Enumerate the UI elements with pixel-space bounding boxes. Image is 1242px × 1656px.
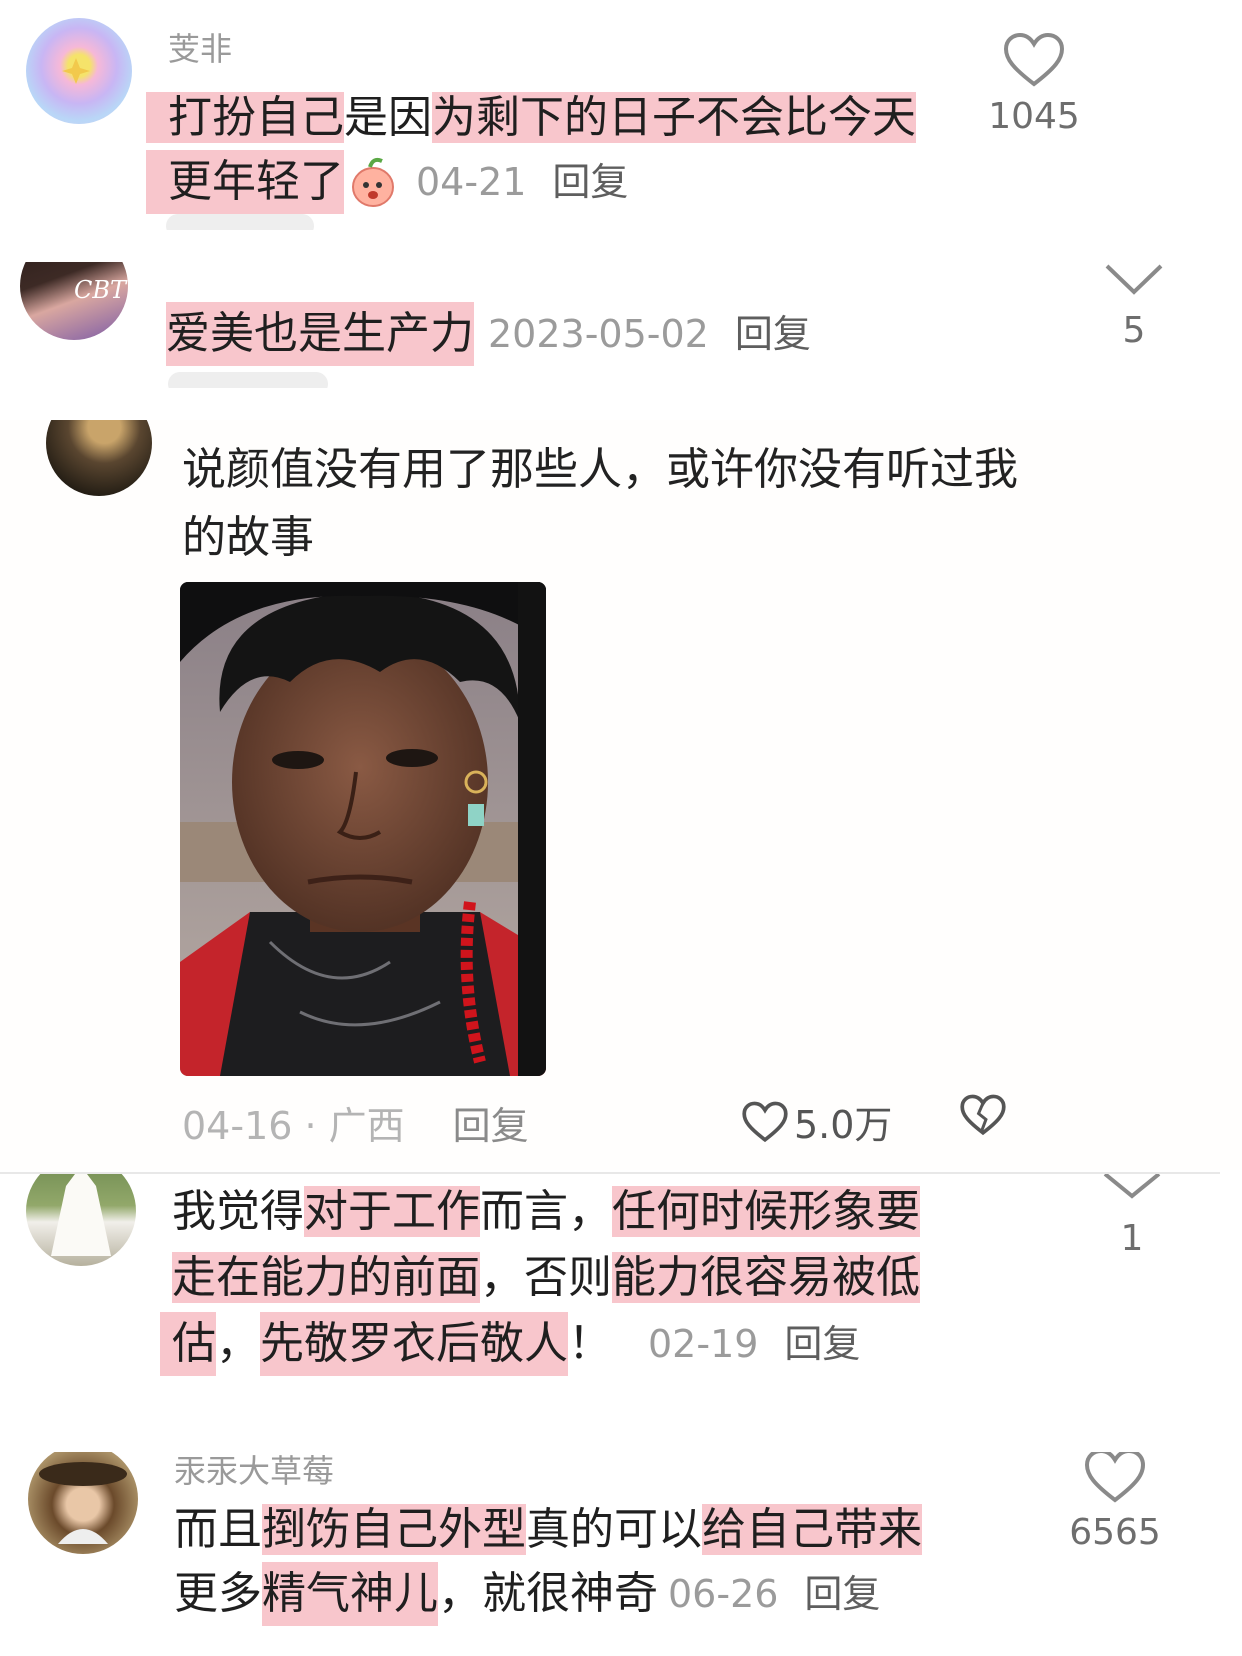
comment-text: 打扮自己是因为剩下的日子不会比今天 — [146, 86, 916, 150]
comment-text: 而且捯饬自己外型真的可以给自己带来 — [174, 1498, 922, 1562]
wedding-dress-icon — [51, 1174, 111, 1256]
comment-photo[interactable] — [180, 582, 546, 1076]
comment-3-meta: 04-16 · 广西 回复 — [182, 1090, 529, 1154]
plain-text: 而言， — [480, 1186, 612, 1237]
highlight: 估 — [160, 1312, 216, 1376]
reply-button[interactable]: 回复 — [453, 1095, 529, 1150]
heart-icon — [742, 1101, 788, 1142]
highlight: 捯饬自己外型 — [262, 1504, 526, 1555]
username[interactable]: 汞汞大草莓 — [174, 1452, 334, 1492]
highlight: 精气神儿 — [262, 1562, 438, 1626]
avatar[interactable]: CBT — [20, 262, 128, 340]
avatar[interactable] — [26, 18, 132, 124]
comment-date: 04-21 — [416, 160, 527, 204]
comment-4: 我觉得对于工作而言，任何时候形象要 走在能力的前面，否则能力很容易被低 估，先敬… — [0, 1174, 1242, 1422]
reply-button[interactable]: 回复 — [784, 1312, 860, 1376]
plain-text: 是因 — [344, 92, 432, 143]
like-count: 5 — [1122, 310, 1146, 351]
comment-text: 爱美也是生产力 2023-05-02 回复 — [166, 302, 811, 366]
comment-text-line3: 估，先敬罗衣后敬人！ 02-19 回复 — [160, 1312, 860, 1376]
comment-1: 芰非 打扮自己是因为剩下的日子不会比今天 更年轻了 04-21 回复 1045 — [0, 0, 1242, 230]
comment-date: 2023-05-02 — [488, 312, 709, 356]
comment-5: 汞汞大草莓 而且捯饬自己外型真的可以给自己带来 更多 精气神儿 ，就很神奇 06-2… — [0, 1452, 1242, 1656]
like-button[interactable]: 1045 — [984, 32, 1084, 137]
view-replies-pill[interactable] — [168, 372, 328, 388]
plain-text: 而且 — [174, 1504, 262, 1555]
comment-text-line2: 走在能力的前面，否则能力很容易被低 — [172, 1246, 920, 1310]
plain-text: ，就很神奇 — [438, 1568, 658, 1619]
highlight: 任何时候形象要 — [612, 1186, 920, 1237]
like-count: 6565 — [1069, 1512, 1161, 1553]
cbt-logo-icon: CBT — [74, 276, 128, 304]
avatar[interactable] — [46, 420, 152, 496]
avatar[interactable] — [28, 1452, 138, 1554]
username[interactable]: 芰非 — [168, 24, 232, 70]
sparkle-icon — [62, 58, 90, 84]
highlight: 先敬罗衣后敬人 — [260, 1312, 568, 1376]
highlight: 爱美也是生产力 — [166, 302, 474, 366]
plain-text: 真的可以 — [526, 1504, 702, 1555]
like-button[interactable]: 6565 — [1060, 1452, 1170, 1553]
comment-text-line2: 更多 精气神儿 ，就很神奇 06-26 回复 — [174, 1562, 880, 1626]
plain-text: 我觉得 — [172, 1186, 304, 1237]
plain-text: ，否则 — [480, 1252, 612, 1303]
reply-button[interactable]: 回复 — [552, 150, 628, 214]
reply-button[interactable]: 回复 — [735, 302, 811, 366]
heart-icon — [1003, 32, 1065, 87]
comment-date: 02-19 — [648, 1322, 759, 1366]
dislike-button[interactable] — [960, 1092, 1006, 1142]
reply-button[interactable]: 回复 — [804, 1562, 880, 1626]
highlight: 走在能力的前面 — [172, 1252, 480, 1303]
comment-text: 说颜值没有用了那些人，或许你没有听过我 — [182, 444, 1018, 495]
chevron-down-icon — [1105, 264, 1163, 295]
portrait-painting-icon — [39, 1462, 127, 1544]
comment-text-line2: 更年轻了 04-21 回复 — [146, 150, 628, 214]
comment-2: CBT 爱美也是生产力 2023-05-02 回复 5 — [0, 262, 1242, 388]
highlight: 给自己带来 — [702, 1504, 922, 1555]
like-button[interactable]: 1 — [1092, 1174, 1172, 1259]
avatar[interactable] — [26, 1174, 136, 1266]
highlight: 更年轻了 — [146, 150, 344, 214]
broken-heart-icon — [960, 1094, 1006, 1136]
view-replies-pill[interactable] — [166, 214, 314, 230]
like-button[interactable]: 5 — [1094, 262, 1174, 351]
like-count: 5.0万 — [794, 1103, 893, 1147]
comment-text: 我觉得对于工作而言，任何时候形象要 — [172, 1180, 920, 1244]
svg-text:CBT: CBT — [74, 276, 128, 304]
plain-text: ， — [216, 1318, 260, 1369]
highlight: 能力很容易被低 — [612, 1252, 920, 1303]
comment-text-line2: 的故事 — [182, 512, 314, 563]
highlight: 对于工作 — [304, 1186, 480, 1237]
heart-icon — [1084, 1452, 1146, 1503]
highlight: 为剩下的日子不会比今天 — [432, 92, 916, 143]
comment-date-location: 04-16 · 广西 — [182, 1103, 405, 1148]
like-count: 1 — [1120, 1218, 1144, 1259]
chevron-down-icon — [1103, 1174, 1161, 1199]
plain-text: ！ — [568, 1318, 612, 1369]
peach-face-icon — [352, 157, 394, 207]
like-button[interactable]: 5.0万 — [742, 1094, 892, 1149]
like-count: 1045 — [988, 96, 1080, 137]
comment-date: 06-26 — [668, 1572, 779, 1616]
plain-text: 更多 — [174, 1568, 262, 1619]
portrait-image — [180, 582, 546, 1076]
highlight: 打扮自己 — [146, 92, 344, 143]
